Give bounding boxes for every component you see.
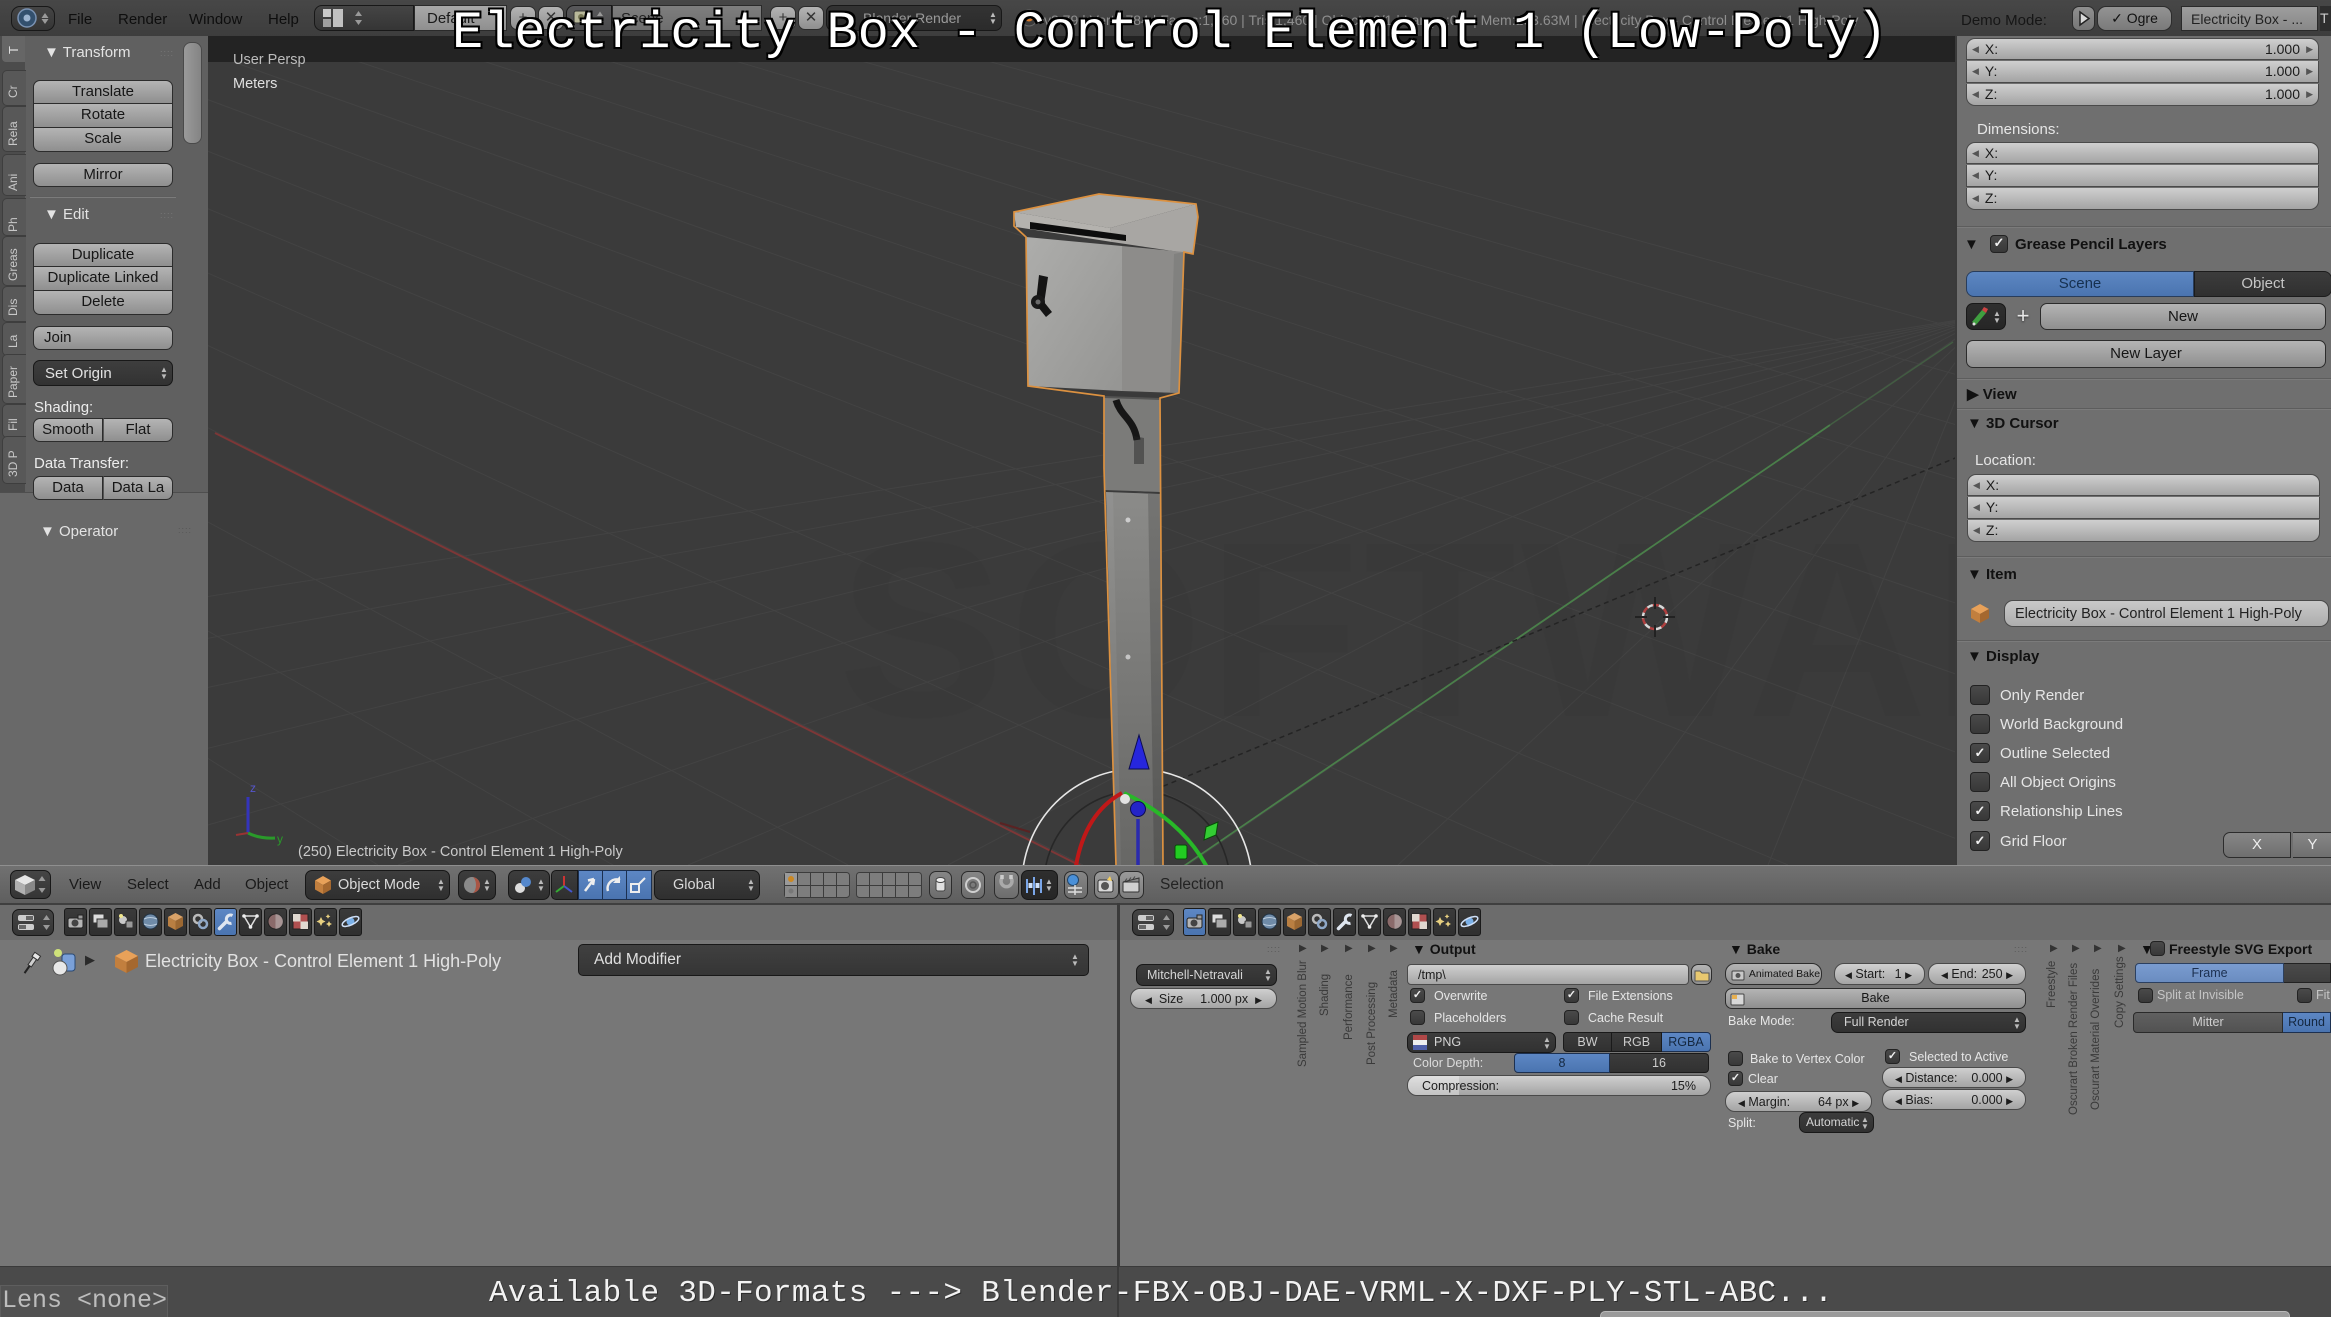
svg-text:Meters: Meters	[233, 76, 277, 92]
svg-text:z: z	[250, 781, 256, 795]
svg-text:(250) Electricity Box - Contro: (250) Electricity Box - Control Element …	[298, 844, 624, 860]
svg-text:SOFTWARE: SOFTWARE	[838, 490, 1955, 769]
svg-text:User Persp: User Persp	[233, 52, 306, 68]
svg-text:y: y	[277, 832, 283, 846]
